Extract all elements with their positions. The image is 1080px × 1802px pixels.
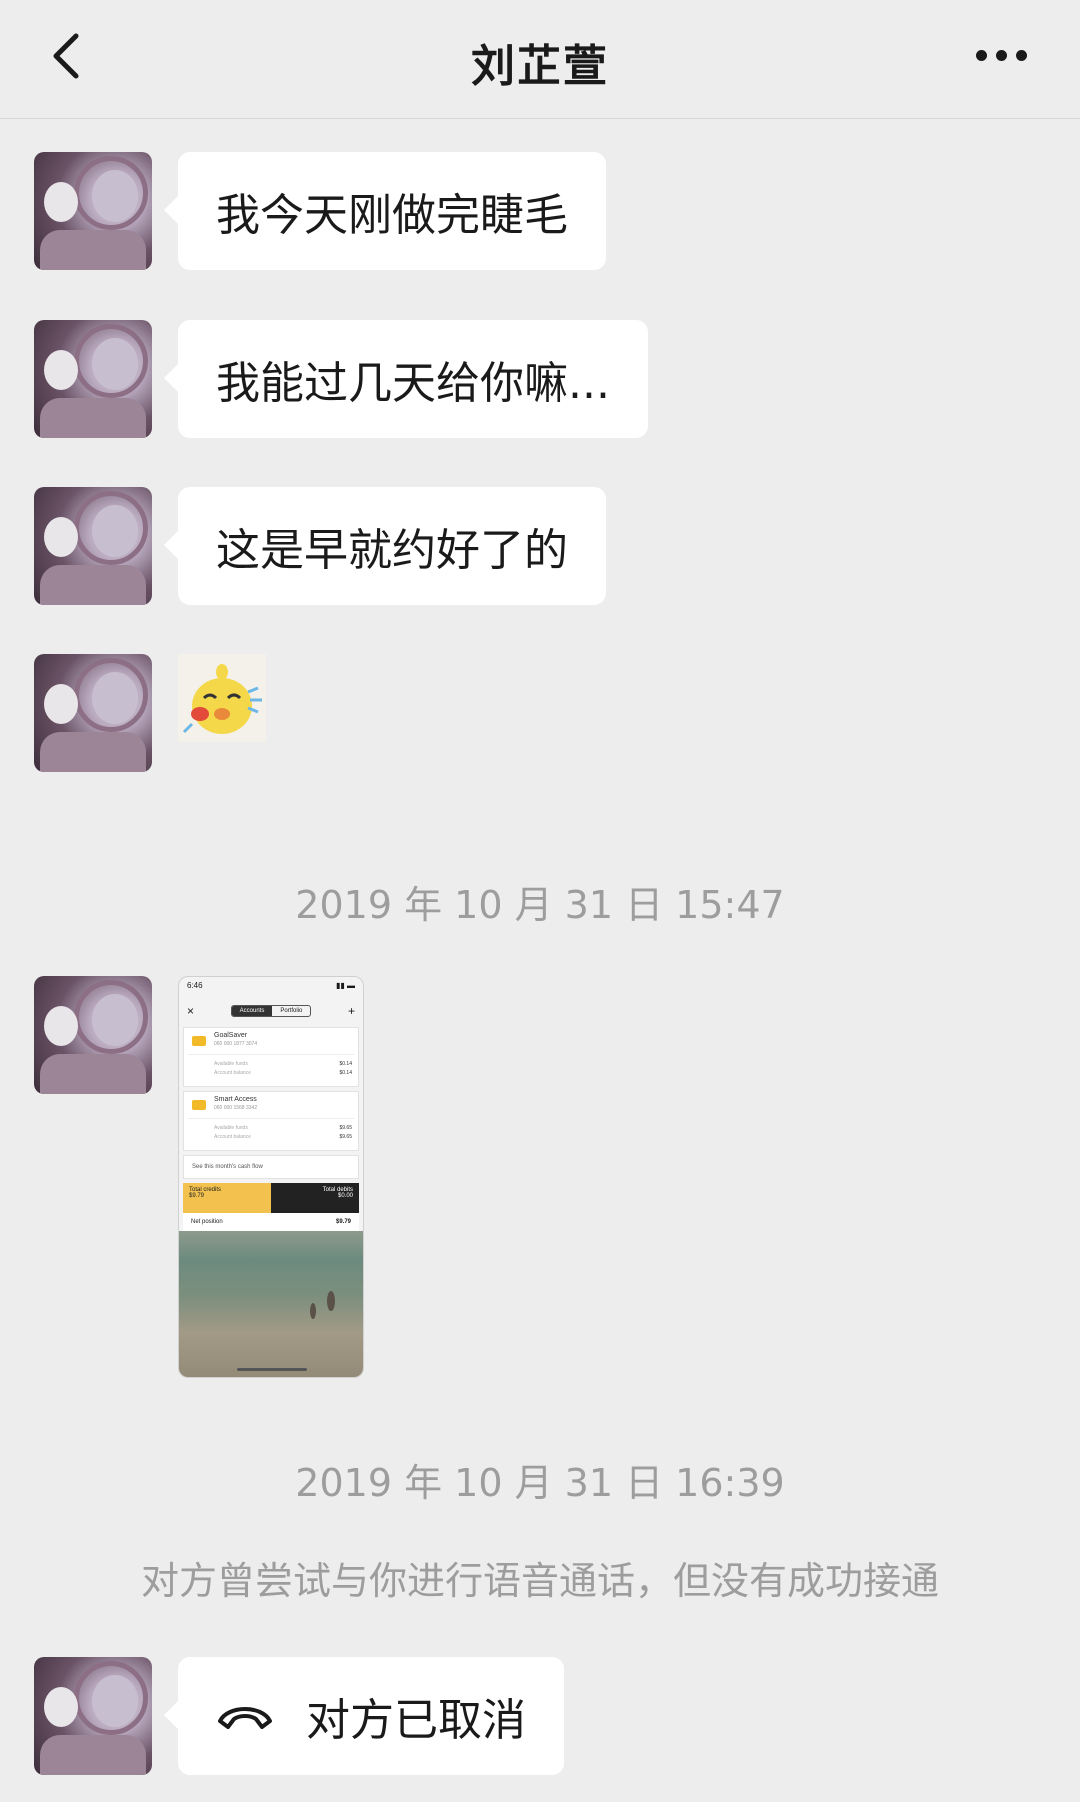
account-amounts: $9.65 $9.65 <box>339 1125 352 1140</box>
more-dot-icon <box>1015 49 1027 61</box>
screenshot-cash-flow-row: See this month's cash flow <box>183 1155 359 1179</box>
contact-avatar[interactable] <box>34 976 152 1094</box>
screenshot-segmented-control: Accounts Portfolio <box>230 1005 312 1017</box>
call-status-text: 对方已取消 <box>306 1695 526 1746</box>
message-bubble[interactable]: 这是早就约好了的 <box>164 487 606 605</box>
message-bubble[interactable]: 我今天刚做完睫毛 <box>164 152 606 270</box>
screenshot-status-time: 6:46 <box>187 981 203 990</box>
account-labels: Available funds Account balance <box>214 1125 251 1140</box>
contact-avatar[interactable] <box>34 1657 152 1775</box>
image-message[interactable]: 6:46 ▮▮ ▬ × Accounts Portfolio + GoalSav… <box>178 976 364 1378</box>
net-position-row: Net position $9.79 <box>183 1213 359 1231</box>
message-bubble[interactable]: 我能过几天给你嘛... <box>164 320 648 438</box>
net-position-label: Net position <box>191 1219 223 1225</box>
more-dot-icon <box>975 49 987 61</box>
more-dot-icon <box>995 49 1007 61</box>
total-debits: Total debits $0.00 <box>271 1183 359 1213</box>
screenshot-status-bar: 6:46 ▮▮ ▬ <box>179 977 363 999</box>
account-number: 060 000 1877 3074 <box>214 1041 258 1047</box>
screenshot-credit-debit-row: Total credits $9.79 Total debits $0.00 <box>183 1183 359 1213</box>
total-credits: Total credits $9.79 <box>183 1183 271 1213</box>
wallet-icon <box>192 1100 206 1110</box>
screenshot-account-card: GoalSaver 060 000 1877 3074 Available fu… <box>183 1027 359 1087</box>
phone-hangup-icon <box>218 1707 272 1729</box>
close-icon: × <box>187 1004 195 1018</box>
net-position-value: $9.79 <box>335 1219 351 1225</box>
crying-duck-sticker-icon <box>178 654 266 742</box>
more-options-button[interactable] <box>966 30 1036 80</box>
timestamp: 2019 年 10 月 31 日 16:39 <box>295 1461 785 1505</box>
chat-header: 刘芷萱 <box>0 0 1080 119</box>
account-name: GoalSaver <box>214 1032 248 1039</box>
contact-avatar[interactable] <box>34 487 152 605</box>
sticker-image[interactable] <box>178 654 266 742</box>
beach-photo-background <box>179 1231 363 1377</box>
account-name: Smart Access <box>214 1096 257 1103</box>
account-labels: Available funds Account balance <box>214 1061 251 1076</box>
signal-battery-icon: ▮▮ ▬ <box>335 981 355 990</box>
screenshot-topbar: × Accounts Portfolio + <box>179 999 363 1023</box>
plus-icon: + <box>347 1004 355 1018</box>
timestamp: 2019 年 10 月 31 日 15:47 <box>295 883 785 927</box>
voice-call-bubble[interactable]: 对方已取消 <box>164 1657 564 1775</box>
home-indicator <box>237 1368 307 1371</box>
account-amounts: $0.14 $0.14 <box>339 1061 352 1076</box>
contact-avatar[interactable] <box>34 654 152 772</box>
chat-title: 刘芷萱 <box>471 41 609 92</box>
contact-avatar[interactable] <box>34 152 152 270</box>
contact-avatar[interactable] <box>34 320 152 438</box>
missed-call-notice: 对方曾尝试与你进行语音通话，但没有成功接通 <box>140 1559 939 1603</box>
screenshot-tab-portfolio: Portfolio <box>280 1008 303 1014</box>
screenshot-tab-accounts: Accounts <box>231 1006 273 1016</box>
account-number: 060 000 1568 3342 <box>214 1105 258 1111</box>
wallet-icon <box>192 1036 206 1046</box>
screenshot-account-card: Smart Access 060 000 1568 3342 Available… <box>183 1091 359 1151</box>
